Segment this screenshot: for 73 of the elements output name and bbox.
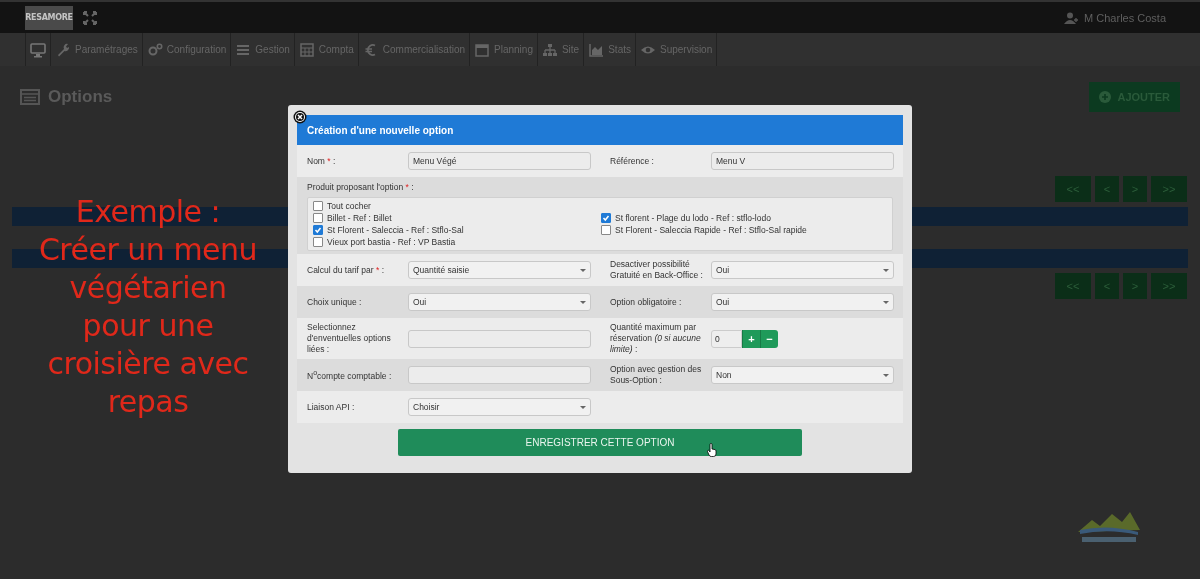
checkbox-option[interactable]: Tout cocher <box>313 200 601 212</box>
field-label: Liaison API : <box>307 401 356 413</box>
field-label: N$^{o}$compte comptable : <box>307 368 393 382</box>
field-label: Quantité maximum par réservation (0 si aucune limite) : <box>610 322 702 355</box>
field-label: Choix unique : <box>307 296 363 308</box>
input-field[interactable] <box>408 366 591 384</box>
caret-icon <box>580 405 586 409</box>
checkbox[interactable] <box>601 225 611 235</box>
checkbox-option[interactable]: Vieux port bastia - Ref : VP Bastia <box>313 236 601 248</box>
save-button[interactable]: ENREGISTRER CETTE OPTION <box>398 429 802 456</box>
gears-icon <box>146 41 163 58</box>
calendar-icon <box>474 41 491 58</box>
select-field[interactable]: Non <box>711 366 894 384</box>
select-field[interactable]: Oui <box>711 261 894 279</box>
field-label: Desactiver possibilité Gratuité en Back-Office : <box>610 259 704 281</box>
option-label: Vieux port bastia - Ref : VP Bastia <box>327 237 456 247</box>
plus-button[interactable]: + <box>742 329 760 348</box>
user-icon <box>1064 11 1079 24</box>
select-field[interactable]: Oui <box>408 293 591 311</box>
field-label: Référence : <box>610 155 655 167</box>
close-icon[interactable] <box>293 110 307 124</box>
caret-icon <box>883 373 889 377</box>
input-field[interactable]: Menu Végé <box>408 152 591 170</box>
field-label: Produit proposant l'option * : <box>307 182 415 193</box>
pagination-button[interactable]: > <box>1123 176 1147 202</box>
checkbox-option[interactable]: St Florent - Saleccia Rapide - Ref : Stflo-Sal rapide <box>601 224 887 236</box>
caret-icon <box>580 300 586 304</box>
caret-icon <box>883 300 889 304</box>
plus-circle-icon <box>1099 91 1112 103</box>
checkbox-option[interactable]: St Florent - Saleccia - Ref : Stflo-Sal <box>313 224 601 236</box>
pagination-button[interactable]: >> <box>1151 176 1187 202</box>
field-label: Option obligatoire : <box>610 296 683 308</box>
field-label: Selectionnez d'enventuelles options liées : <box>307 322 392 355</box>
option-label: Tout cocher <box>327 201 371 211</box>
checkbox[interactable] <box>313 201 323 211</box>
monitor-icon <box>30 41 46 58</box>
number-field[interactable]: 0 <box>711 329 742 348</box>
option-label: St Florent - Saleccia - Ref : Stflo-Sal <box>327 225 464 235</box>
pagination-button[interactable]: << <box>1055 176 1091 202</box>
field-label: Option avec gestion des Sous-Option : <box>610 364 703 386</box>
pagination-button[interactable]: >> <box>1151 273 1187 299</box>
input-field[interactable]: Menu V <box>711 152 894 170</box>
option-label: St florent - Plage du lodo - Ref : stflo-lodo <box>615 213 771 223</box>
pagination-button[interactable]: < <box>1095 176 1119 202</box>
user-name[interactable]: M Charles Costa <box>1084 11 1166 24</box>
list-icon <box>20 89 40 105</box>
option-label: St Florent - Saleccia Rapide - Ref : Stflo-Sal rapide <box>615 225 807 235</box>
checkbox[interactable] <box>601 213 611 223</box>
input-field[interactable] <box>408 329 591 348</box>
select-field[interactable]: Choisir <box>408 398 591 416</box>
select-field[interactable]: Oui <box>711 293 894 311</box>
fullscreen-icon[interactable] <box>83 10 97 25</box>
logo[interactable]: RESAMORE <box>25 5 73 30</box>
checkbox[interactable] <box>313 237 323 247</box>
pagination-button[interactable]: < <box>1095 273 1119 299</box>
chart-icon <box>588 41 605 58</box>
option-label: Billet - Ref : Billet <box>327 213 392 223</box>
modal-header: Création d'une nouvelle option <box>297 115 903 145</box>
pagination-button[interactable]: << <box>1055 273 1091 299</box>
minus-button[interactable]: − <box>760 329 778 348</box>
select-field[interactable]: Quantité saisie <box>408 261 591 279</box>
hand-cursor-icon <box>707 443 717 457</box>
caption-text: Exemple : Créer un menu végétarien pour une croisière avec repas <box>37 193 259 421</box>
calculator-icon <box>298 41 315 58</box>
pagination-button[interactable]: > <box>1123 273 1147 299</box>
checkbox-option[interactable]: Billet - Ref : Billet <box>313 212 601 224</box>
sitemap-icon <box>541 41 558 58</box>
checkbox-option[interactable]: St florent - Plage du lodo - Ref : stflo-lodo <box>601 212 887 224</box>
checkbox[interactable] <box>313 213 323 223</box>
wrench-icon <box>55 41 71 58</box>
field-label: Nom * : <box>307 155 337 167</box>
checkbox[interactable] <box>313 225 323 235</box>
field-label: Calcul du tarif par * : <box>307 264 386 276</box>
